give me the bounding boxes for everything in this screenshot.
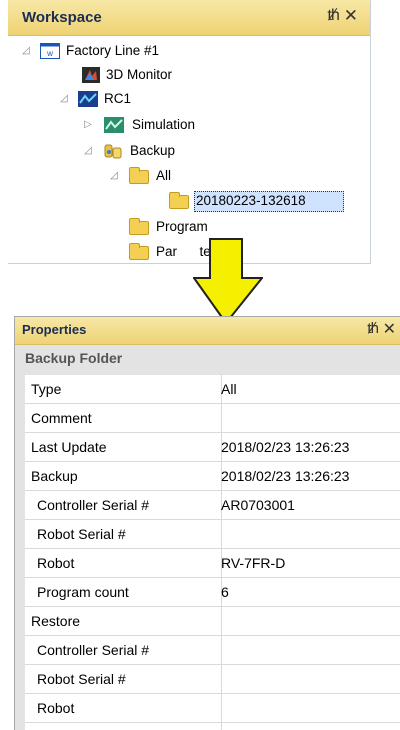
collapse-icon[interactable]: ◿ xyxy=(108,170,120,182)
tree-item-all[interactable]: ◿ All xyxy=(8,165,370,187)
property-name: Robot Serial # xyxy=(37,671,126,687)
property-value[interactable]: 2018/02/23 13:26:23 xyxy=(221,439,349,455)
tree-label: Backup xyxy=(130,143,176,158)
pin-icon[interactable]: ᵺ xyxy=(327,7,340,25)
folder-icon xyxy=(129,218,149,235)
tree-item-backup[interactable]: ◿ Backup xyxy=(8,140,370,162)
tree-item-backup-folder[interactable]: 20180223-132618 xyxy=(8,190,370,212)
tree-item-parameter[interactable]: Par ter xyxy=(8,241,370,263)
property-value[interactable]: 6 xyxy=(221,584,229,600)
property-name: Last Update xyxy=(31,439,107,455)
close-icon[interactable]: ✕ xyxy=(344,6,358,26)
tree-item-program[interactable]: Program xyxy=(8,216,370,238)
property-name: Comment xyxy=(31,410,92,426)
property-row-robot-serial[interactable]: Robot Serial # xyxy=(25,520,400,549)
properties-panel: Properties ᵺ ✕ Backup Folder Type All Co… xyxy=(14,316,400,730)
property-row-restore-controller-serial[interactable]: Controller Serial # xyxy=(25,636,400,665)
tree-item-factory-line[interactable]: ◿ w Factory Line #1 xyxy=(8,40,370,62)
property-row-restore[interactable]: Restore xyxy=(25,607,400,636)
property-row-last-update[interactable]: Last Update 2018/02/23 13:26:23 xyxy=(25,433,400,462)
tree-item-simulation[interactable]: ▷ Simulation xyxy=(8,114,370,136)
property-name: Controller Serial # xyxy=(37,497,150,513)
tree-label: 3D Monitor xyxy=(106,67,173,82)
property-name: Controller Serial # xyxy=(37,642,150,658)
workspace-title: Workspace xyxy=(22,9,102,26)
property-name: Restore xyxy=(31,613,81,629)
workspace-icon: w xyxy=(40,43,60,66)
property-name: Robot xyxy=(37,555,75,571)
down-arrow-icon xyxy=(193,238,263,324)
properties-title: Properties xyxy=(22,322,87,337)
folder-icon xyxy=(129,167,149,184)
property-name: Program count xyxy=(37,584,129,600)
simulation-icon xyxy=(104,117,124,140)
property-row-comment[interactable]: Comment xyxy=(25,404,400,433)
property-name: Type xyxy=(31,381,62,397)
svg-text:w: w xyxy=(46,49,53,58)
property-row-restore-robot[interactable]: Robot xyxy=(25,694,400,723)
category-row[interactable]: Backup Folder xyxy=(15,345,400,375)
property-row-type[interactable]: Type All xyxy=(25,375,400,404)
tree-item-3d-monitor[interactable]: 3D Monitor xyxy=(8,64,370,86)
collapse-icon[interactable]: ◿ xyxy=(82,145,94,157)
folder-icon xyxy=(169,192,189,209)
pin-icon[interactable]: ᵺ xyxy=(367,320,379,337)
workspace-header: Workspace ᵺ ✕ xyxy=(8,0,370,36)
controller-icon xyxy=(78,91,98,114)
tree-label: All xyxy=(156,168,172,183)
properties-header: Properties ᵺ ✕ xyxy=(15,317,400,345)
property-row-controller-serial[interactable]: Controller Serial # AR0703001 xyxy=(25,491,400,520)
category-label: Backup Folder xyxy=(25,350,123,366)
property-name: Robot Serial # xyxy=(37,526,126,542)
collapse-icon[interactable]: ◿ xyxy=(58,93,70,105)
property-name: Robot xyxy=(37,700,75,716)
grid-gutter xyxy=(15,375,25,730)
expand-icon[interactable]: ▷ xyxy=(82,119,94,131)
tree-item-rc1[interactable]: ◿ RC1 xyxy=(8,88,370,110)
property-row-program-count[interactable]: Program count 6 xyxy=(25,578,400,607)
property-row-robot[interactable]: Robot RV-7FR-D xyxy=(25,549,400,578)
collapse-icon[interactable]: ◿ xyxy=(20,45,32,57)
folder-icon xyxy=(129,243,149,260)
property-name: Backup xyxy=(31,468,78,484)
property-value[interactable]: RV-7FR-D xyxy=(221,555,285,571)
property-value[interactable]: 2018/02/23 13:26:23 xyxy=(221,468,349,484)
tree-label: RC1 xyxy=(104,91,132,106)
workspace-panel: Workspace ᵺ ✕ ◿ w Factory Line #1 3D Mon… xyxy=(8,0,371,264)
property-value[interactable]: AR0703001 xyxy=(221,497,295,513)
tree-label-selected: 20180223-132618 xyxy=(196,193,306,208)
backup-icon xyxy=(104,143,124,166)
property-row-restore-robot-serial[interactable]: Robot Serial # xyxy=(25,665,400,694)
monitor-icon xyxy=(82,67,100,90)
property-row-backup[interactable]: Backup 2018/02/23 13:26:23 xyxy=(25,462,400,491)
property-value[interactable]: All xyxy=(221,381,237,397)
close-icon[interactable]: ✕ xyxy=(383,319,396,339)
tree-label: Simulation xyxy=(132,117,196,132)
tree-label: Factory Line #1 xyxy=(66,43,160,58)
tree-label: Program xyxy=(156,219,208,234)
